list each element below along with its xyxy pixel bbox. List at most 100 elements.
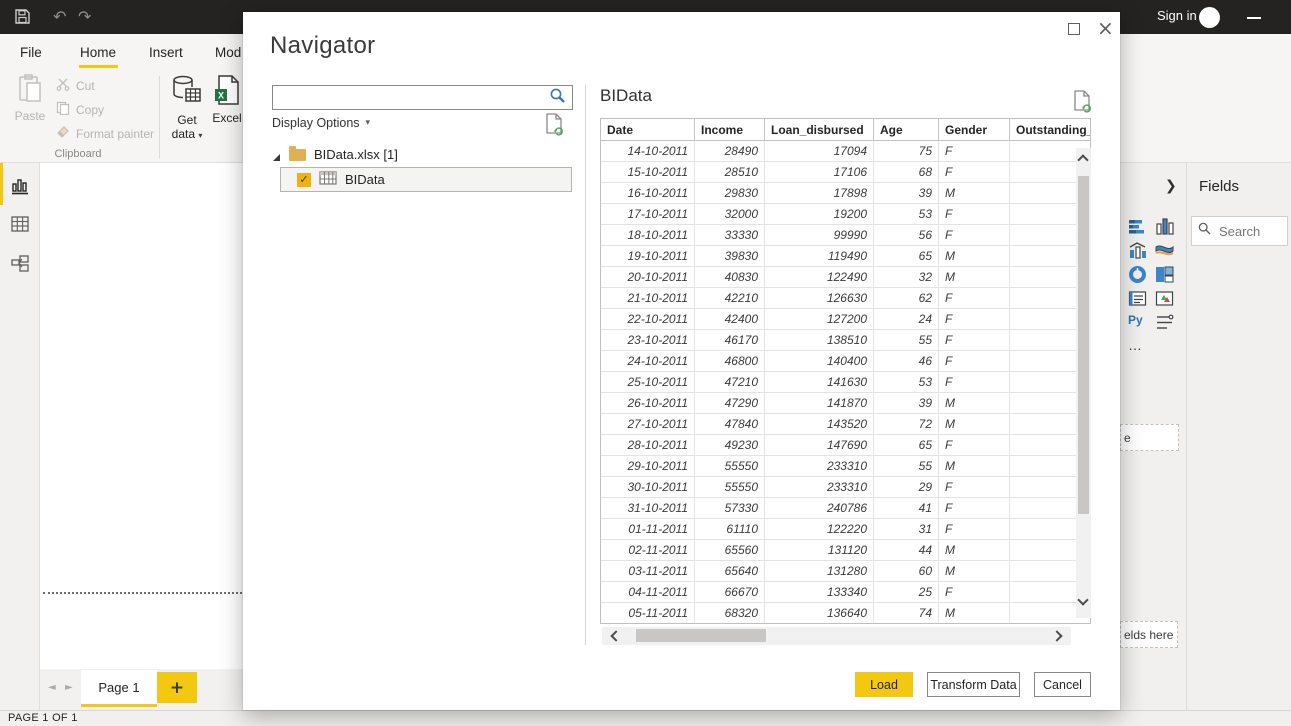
column-header[interactable]: Date xyxy=(601,119,695,141)
table-cell: 05-11-2011 xyxy=(601,603,695,623)
format-painter-button[interactable]: Format painter xyxy=(56,125,154,142)
cancel-button-label: Cancel xyxy=(1043,677,1082,692)
refresh-preview-icon[interactable] xyxy=(1073,90,1093,119)
tab-insert[interactable]: Insert xyxy=(149,45,183,60)
tree-workbook-row[interactable]: BIData.xlsx [1] xyxy=(272,145,398,164)
scroll-right-icon[interactable] xyxy=(1051,630,1063,642)
more-visuals-button[interactable]: … xyxy=(1128,337,1143,353)
get-data-button[interactable]: Get data ▾ xyxy=(166,74,208,143)
fields-search-box[interactable] xyxy=(1191,216,1288,246)
paste-button[interactable]: Paste xyxy=(12,74,48,123)
table-row: 23-10-2011 46170 138510 55 F xyxy=(601,330,1090,351)
ribbon-chart-icon[interactable] xyxy=(1155,241,1174,260)
field-well-top[interactable]: e xyxy=(1120,424,1179,451)
scroll-left-icon[interactable] xyxy=(610,630,622,642)
table-row: 16-10-2011 29830 17898 39 M xyxy=(601,183,1090,204)
column-chart-icon[interactable] xyxy=(1155,217,1174,236)
data-view-icon[interactable] xyxy=(11,216,29,237)
account-avatar[interactable] xyxy=(1199,7,1220,28)
table-cell: 55550 xyxy=(695,456,765,477)
table-cell: 17898 xyxy=(765,183,874,204)
model-view-icon[interactable] xyxy=(11,255,30,278)
table-cell: 19200 xyxy=(765,204,874,225)
display-options-dropdown[interactable]: Display Options ▾ xyxy=(272,116,370,130)
tab-home[interactable]: Home xyxy=(80,45,116,60)
horizontal-scroll-thumb[interactable] xyxy=(636,629,766,642)
vertical-scroll-thumb[interactable] xyxy=(1078,176,1089,514)
horizontal-scrollbar[interactable] xyxy=(602,627,1071,645)
scroll-down-icon[interactable] xyxy=(1077,594,1089,606)
treemap-icon[interactable] xyxy=(1155,265,1174,284)
refresh-preview-icon[interactable] xyxy=(545,113,565,142)
tab-file[interactable]: File xyxy=(20,45,42,60)
table-cell: 27-10-2011 xyxy=(601,414,695,435)
dialog-close-icon[interactable]: × xyxy=(1097,15,1114,41)
page-tab[interactable]: Page 1 xyxy=(81,670,157,707)
table-cell: 233310 xyxy=(765,477,874,498)
table-cell: M xyxy=(939,561,1010,582)
table-row: 05-11-2011 68320 136640 74 M xyxy=(601,603,1090,623)
cut-button[interactable]: Cut xyxy=(56,77,95,94)
transform-data-button[interactable]: Transform Data xyxy=(927,672,1020,697)
column-header[interactable]: Age xyxy=(874,119,939,141)
checked-checkbox[interactable]: ✓ xyxy=(297,172,311,187)
table-cell: 42210 xyxy=(695,288,765,309)
vertical-scrollbar[interactable] xyxy=(1076,148,1091,618)
table-cell: 24 xyxy=(874,309,939,330)
python-visual-icon[interactable]: Py xyxy=(1128,311,1147,330)
table-cell: 56 xyxy=(874,225,939,246)
table-cell: 26-10-2011 xyxy=(601,393,695,414)
column-header[interactable]: Loan_disbursed xyxy=(765,119,874,141)
table-row: 02-11-2011 65560 131120 44 M xyxy=(601,540,1090,561)
next-page-arrow-icon[interactable]: ► xyxy=(65,682,73,693)
new-page-button[interactable]: + xyxy=(157,672,197,703)
table-cell: M xyxy=(939,603,1010,623)
copy-button[interactable]: Copy xyxy=(56,101,104,118)
status-bar: PAGE 1 OF 1 xyxy=(0,710,1291,726)
minimize-button[interactable] xyxy=(1247,17,1261,19)
selected-view-indicator xyxy=(0,163,3,205)
column-header[interactable]: Gender xyxy=(939,119,1010,141)
search-icon[interactable] xyxy=(549,87,566,109)
fields-search-input[interactable] xyxy=(1217,222,1277,240)
table-cell: F xyxy=(939,225,1010,246)
donut-chart-icon[interactable] xyxy=(1128,265,1147,284)
table-row: 25-10-2011 47210 141630 53 F xyxy=(601,372,1090,393)
stacked-bar-chart-icon[interactable] xyxy=(1128,217,1147,236)
load-button[interactable]: Load xyxy=(855,672,913,697)
cancel-button[interactable]: Cancel xyxy=(1034,672,1091,697)
prev-page-arrow-icon[interactable]: ◄ xyxy=(48,682,56,693)
sign-in-button[interactable]: Sign in xyxy=(1157,8,1197,23)
column-header[interactable]: Income xyxy=(695,119,765,141)
combo-chart-icon[interactable] xyxy=(1128,241,1147,260)
slicer-icon[interactable] xyxy=(1155,313,1174,332)
kpi-icon[interactable] xyxy=(1155,289,1174,308)
column-header[interactable]: Outstanding_debt xyxy=(1010,119,1090,141)
navigator-search-box[interactable] xyxy=(272,85,573,110)
multi-row-card-icon[interactable] xyxy=(1128,289,1147,308)
table-cell: 47840 xyxy=(695,414,765,435)
table-cell: 19-10-2011 xyxy=(601,246,695,267)
tree-table-row-selected[interactable]: ✓ BIData xyxy=(280,167,572,192)
expand-triangle-icon[interactable] xyxy=(272,150,281,161)
ribbon-separator xyxy=(159,76,160,158)
table-cell: 21-10-2011 xyxy=(601,288,695,309)
table-cell: 138510 xyxy=(765,330,874,351)
dialog-maximize-button[interactable] xyxy=(1068,23,1080,35)
table-cell: 133340 xyxy=(765,582,874,603)
table-cell: 29-10-2011 xyxy=(601,456,695,477)
table-cell: 47210 xyxy=(695,372,765,393)
field-well-bottom[interactable]: elds here xyxy=(1120,621,1178,648)
table-cell: 53 xyxy=(874,372,939,393)
navigator-search-input[interactable] xyxy=(273,90,549,105)
report-view-icon[interactable] xyxy=(11,177,29,200)
tab-modeling[interactable]: Mod xyxy=(215,45,241,60)
table-cell: 28-10-2011 xyxy=(601,435,695,456)
excel-workbook-button[interactable]: X Excel xyxy=(208,74,246,125)
scroll-up-icon[interactable] xyxy=(1077,154,1089,166)
table-cell: 32 xyxy=(874,267,939,288)
save-icon[interactable] xyxy=(14,8,31,31)
collapse-pane-chevron-icon[interactable]: ❯ xyxy=(1165,178,1177,194)
redo-icon: ↷ xyxy=(78,7,92,26)
table-cell: 131120 xyxy=(765,540,874,561)
